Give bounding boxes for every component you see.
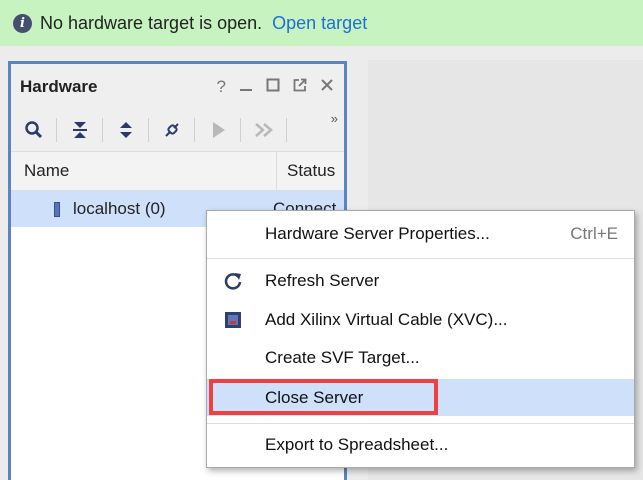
fast-forward-icon[interactable] bbox=[241, 114, 287, 146]
menu-separator bbox=[207, 423, 634, 424]
panel-title: Hardware bbox=[20, 76, 98, 96]
row-name: localhost (0) bbox=[73, 199, 166, 218]
info-icon: i bbox=[13, 13, 32, 33]
help-icon[interactable]: ? bbox=[217, 77, 226, 97]
auto-connect-icon[interactable] bbox=[149, 114, 195, 146]
xvc-icon bbox=[222, 309, 244, 331]
panel-toolbar: » bbox=[11, 109, 344, 152]
collapse-all-icon[interactable] bbox=[57, 114, 103, 146]
maximize-icon[interactable] bbox=[266, 77, 280, 97]
banner-message: No hardware target is open. bbox=[40, 12, 263, 33]
column-header-status[interactable]: Status bbox=[277, 152, 335, 190]
info-banner: i No hardware target is open. Open targe… bbox=[0, 0, 643, 46]
menu-item-hardware-server-properties[interactable]: Hardware Server Properties... Ctrl+E bbox=[207, 215, 634, 252]
run-icon[interactable] bbox=[195, 114, 241, 146]
menu-item-export-spreadsheet[interactable]: Export to Spreadsheet... bbox=[207, 426, 634, 463]
menu-item-create-svf-target[interactable]: Create SVF Target... bbox=[207, 339, 634, 376]
expand-all-icon[interactable] bbox=[103, 114, 149, 146]
annotation-highlight-box bbox=[209, 379, 438, 415]
context-menu: Hardware Server Properties... Ctrl+E Ref… bbox=[206, 210, 635, 468]
minimize-icon[interactable] bbox=[239, 77, 253, 97]
menu-separator bbox=[207, 258, 634, 259]
table-header: Name Status bbox=[11, 152, 344, 191]
menu-item-refresh-server[interactable]: Refresh Server bbox=[207, 262, 634, 299]
menu-item-add-xvc[interactable]: Add Xilinx Virtual Cable (XVC)... bbox=[207, 301, 634, 338]
more-tools-icon[interactable]: » bbox=[331, 111, 338, 126]
server-icon bbox=[54, 201, 60, 217]
open-target-link[interactable]: Open target bbox=[272, 13, 367, 34]
close-icon[interactable] bbox=[320, 77, 334, 97]
float-icon[interactable] bbox=[293, 77, 307, 97]
panel-header: Hardware ? bbox=[11, 64, 344, 109]
search-icon[interactable] bbox=[11, 114, 57, 146]
shortcut-label: Ctrl+E bbox=[570, 223, 618, 243]
refresh-icon bbox=[222, 270, 244, 292]
column-header-name[interactable]: Name bbox=[11, 152, 277, 190]
